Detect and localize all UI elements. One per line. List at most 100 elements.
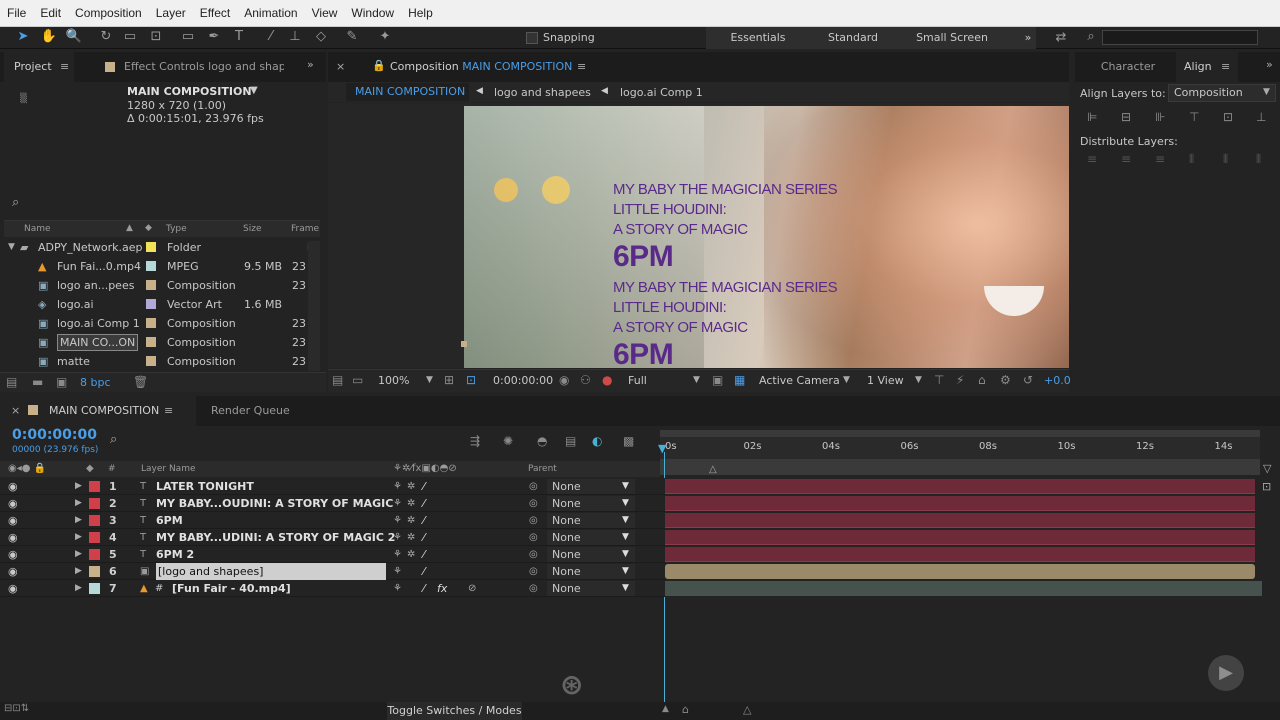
distribute-left-icon[interactable]: ⫴ — [1189, 152, 1194, 167]
layer-handle[interactable] — [461, 341, 467, 347]
project-item[interactable]: ▣ MAIN CO...ON Composition 23 — [4, 333, 306, 352]
chevron-down-icon[interactable]: ▼ — [622, 495, 629, 512]
layer-row[interactable]: ◉ ▶ 6 ▣ [logo and shapees] ⚘ ⁄ ◎ None ▼ — [0, 563, 665, 580]
expand-arrow-icon[interactable]: ▶ — [75, 563, 82, 580]
chevron-down-icon[interactable]: ▼ — [915, 375, 922, 385]
exposure-value[interactable]: +0.0 — [1044, 374, 1071, 387]
layer-name[interactable]: 6PM 2 — [156, 546, 194, 563]
chevron-down-icon[interactable]: ▼ — [426, 375, 433, 385]
comp-dropdown-icon[interactable]: ▼ — [250, 85, 258, 96]
quality-switch-icon[interactable]: ⁄ — [423, 580, 425, 597]
layer-duration-bar[interactable] — [665, 530, 1255, 545]
label-swatch[interactable] — [146, 242, 156, 252]
brush-tool-icon[interactable]: ⁄ — [262, 28, 280, 46]
expand-arrow-icon[interactable]: ▶ — [75, 529, 82, 546]
project-item[interactable]: ▼▰ADPY_Network.aepFolder⊞ — [4, 238, 315, 257]
frame-blending-icon[interactable]: ▤ — [565, 434, 576, 448]
quality-switch-icon[interactable]: ⁄ — [423, 512, 425, 529]
distribute-top-icon[interactable]: ≡ — [1087, 152, 1097, 166]
chevron-down-icon[interactable]: ▼ — [622, 529, 629, 546]
puppet-pin-tool-icon[interactable]: ✦ — [376, 28, 394, 46]
selection-tool-icon[interactable]: ➤ — [14, 28, 32, 46]
layer-duration-bar[interactable] — [665, 479, 1255, 494]
menu-animation[interactable]: Animation — [237, 6, 304, 20]
region-of-interest-icon[interactable]: ▣ — [712, 373, 723, 387]
menu-edit[interactable]: Edit — [33, 6, 68, 20]
project-scrollbar[interactable] — [308, 241, 320, 371]
toggle-pixel-aspect-icon[interactable]: ⊤ — [934, 373, 944, 387]
graph-editor-icon[interactable]: ▩ — [623, 434, 634, 448]
timeline-menu-icon[interactable]: ≡ — [164, 404, 173, 417]
quality-switch-icon[interactable]: ⁄ — [423, 546, 425, 563]
new-folder-icon[interactable]: ▬ — [32, 375, 43, 389]
layer-name[interactable]: MY BABY...UDINI: A STORY OF MAGIC 2 — [156, 529, 395, 546]
help-search-input[interactable] — [1102, 30, 1258, 45]
pick-whip-icon[interactable]: ◎ — [529, 546, 538, 563]
eye-icon[interactable]: ◉ — [8, 478, 18, 495]
viewer-menu-icon[interactable]: ≡ — [577, 60, 586, 73]
label-swatch[interactable] — [146, 299, 156, 309]
chevron-down-icon[interactable]: ▼ — [622, 563, 629, 580]
transparency-grid-icon[interactable]: ▦ — [734, 373, 745, 387]
align-top-icon[interactable]: ⊤ — [1189, 110, 1199, 124]
menu-layer[interactable]: Layer — [149, 6, 193, 20]
new-comp-icon[interactable]: ▣ — [56, 375, 67, 389]
project-item[interactable]: ▣ matte Composition 23 — [4, 352, 306, 371]
eye-icon[interactable]: ◉ — [8, 580, 18, 597]
layer-duration-bar[interactable] — [665, 581, 1262, 596]
workspace-small-screen[interactable]: Small Screen — [910, 27, 994, 49]
menu-view[interactable]: View — [305, 6, 345, 20]
menu-window[interactable]: Window — [344, 6, 401, 20]
menu-composition[interactable]: Composition — [68, 6, 149, 20]
toggle-switches-modes-button[interactable]: Toggle Switches / Modes — [387, 702, 522, 720]
flowchart-icon[interactable]: ⚙ — [1000, 373, 1011, 387]
snapping-checkbox[interactable] — [526, 32, 538, 44]
collapse-switch-icon[interactable]: ✲ — [407, 512, 415, 529]
project-item[interactable]: ▣ logo an...pees Composition 23 — [4, 276, 306, 295]
layer-duration-bar[interactable] — [665, 564, 1255, 579]
project-item[interactable]: ▲ Fun Fai...0.mp4 MPEG 9.5 MB 23 — [4, 257, 306, 276]
resolution-dropdown[interactable]: Full — [628, 373, 647, 388]
chevron-down-icon[interactable]: ▼ — [622, 546, 629, 563]
clone-stamp-tool-icon[interactable]: ⊥ — [286, 28, 304, 46]
tab-main-composition[interactable]: MAIN COMPOSITION — [49, 396, 159, 426]
motion-blur-icon[interactable]: ◐ — [592, 434, 602, 448]
chevron-down-icon[interactable]: ▼ — [1263, 87, 1270, 97]
pick-whip-icon[interactable]: ◎ — [529, 478, 538, 495]
snapshot-icon[interactable]: ◉ — [559, 373, 569, 387]
zoom-dropdown[interactable]: 100% — [378, 373, 409, 388]
folder-expand-icon[interactable]: ▼ — [8, 238, 15, 257]
label-swatch[interactable] — [89, 549, 100, 560]
align-right-icon[interactable]: ⊪ — [1155, 110, 1165, 124]
zoom-in-icon[interactable]: △ — [743, 703, 751, 716]
col-layer-name[interactable]: Layer Name — [141, 464, 196, 474]
motion-blur-switch-icon[interactable]: ⊘ — [468, 580, 476, 597]
shy-switch-icon[interactable]: ⚘ — [393, 495, 402, 512]
align-left-icon[interactable]: ⊫ — [1087, 110, 1097, 124]
distribute-right-icon[interactable]: ⫴ — [1256, 152, 1261, 167]
camera-tool-icon[interactable]: ▭ — [121, 28, 139, 46]
shy-switch-icon[interactable]: ⚘ — [393, 478, 402, 495]
align-vertical-center-icon[interactable]: ⊡ — [1223, 110, 1233, 124]
chevron-down-icon[interactable]: ▼ — [622, 512, 629, 529]
workspace-essentials[interactable]: Essentials — [720, 27, 796, 49]
label-swatch[interactable] — [146, 337, 156, 347]
always-preview-icon[interactable]: ▤ — [332, 373, 343, 387]
project-item[interactable]: ▣ logo.ai Comp 1 Composition 23 — [4, 314, 306, 333]
chevron-down-icon[interactable]: ▼ — [843, 375, 850, 385]
zoom-down-icon[interactable]: ▽ — [1263, 462, 1271, 475]
label-swatch[interactable] — [146, 318, 156, 328]
timeline-timecode[interactable]: 0:00:00:00 — [12, 427, 97, 443]
play-overlay-icon[interactable]: ▶ — [1208, 655, 1244, 691]
chevron-down-icon[interactable]: ▼ — [622, 478, 629, 495]
label-swatch[interactable] — [146, 261, 156, 271]
viewer-timecode[interactable]: 0:00:00:00 — [493, 373, 553, 388]
camera-dropdown[interactable]: Active Camera — [759, 373, 840, 388]
title-safe-icon[interactable]: ⊡ — [466, 373, 476, 387]
label-swatch[interactable] — [89, 481, 100, 492]
menu-effect[interactable]: Effect — [193, 6, 237, 20]
layer-row[interactable]: ◉ ▶ 2 T MY BABY...OUDINI: A STORY OF MAGIC ⚘ ✲… — [0, 495, 665, 512]
pick-whip-icon[interactable]: ◎ — [529, 529, 538, 546]
collapse-switch-icon[interactable]: ✲ — [407, 495, 415, 512]
breadcrumb-main-comp[interactable]: MAIN COMPOSITION — [346, 83, 469, 101]
